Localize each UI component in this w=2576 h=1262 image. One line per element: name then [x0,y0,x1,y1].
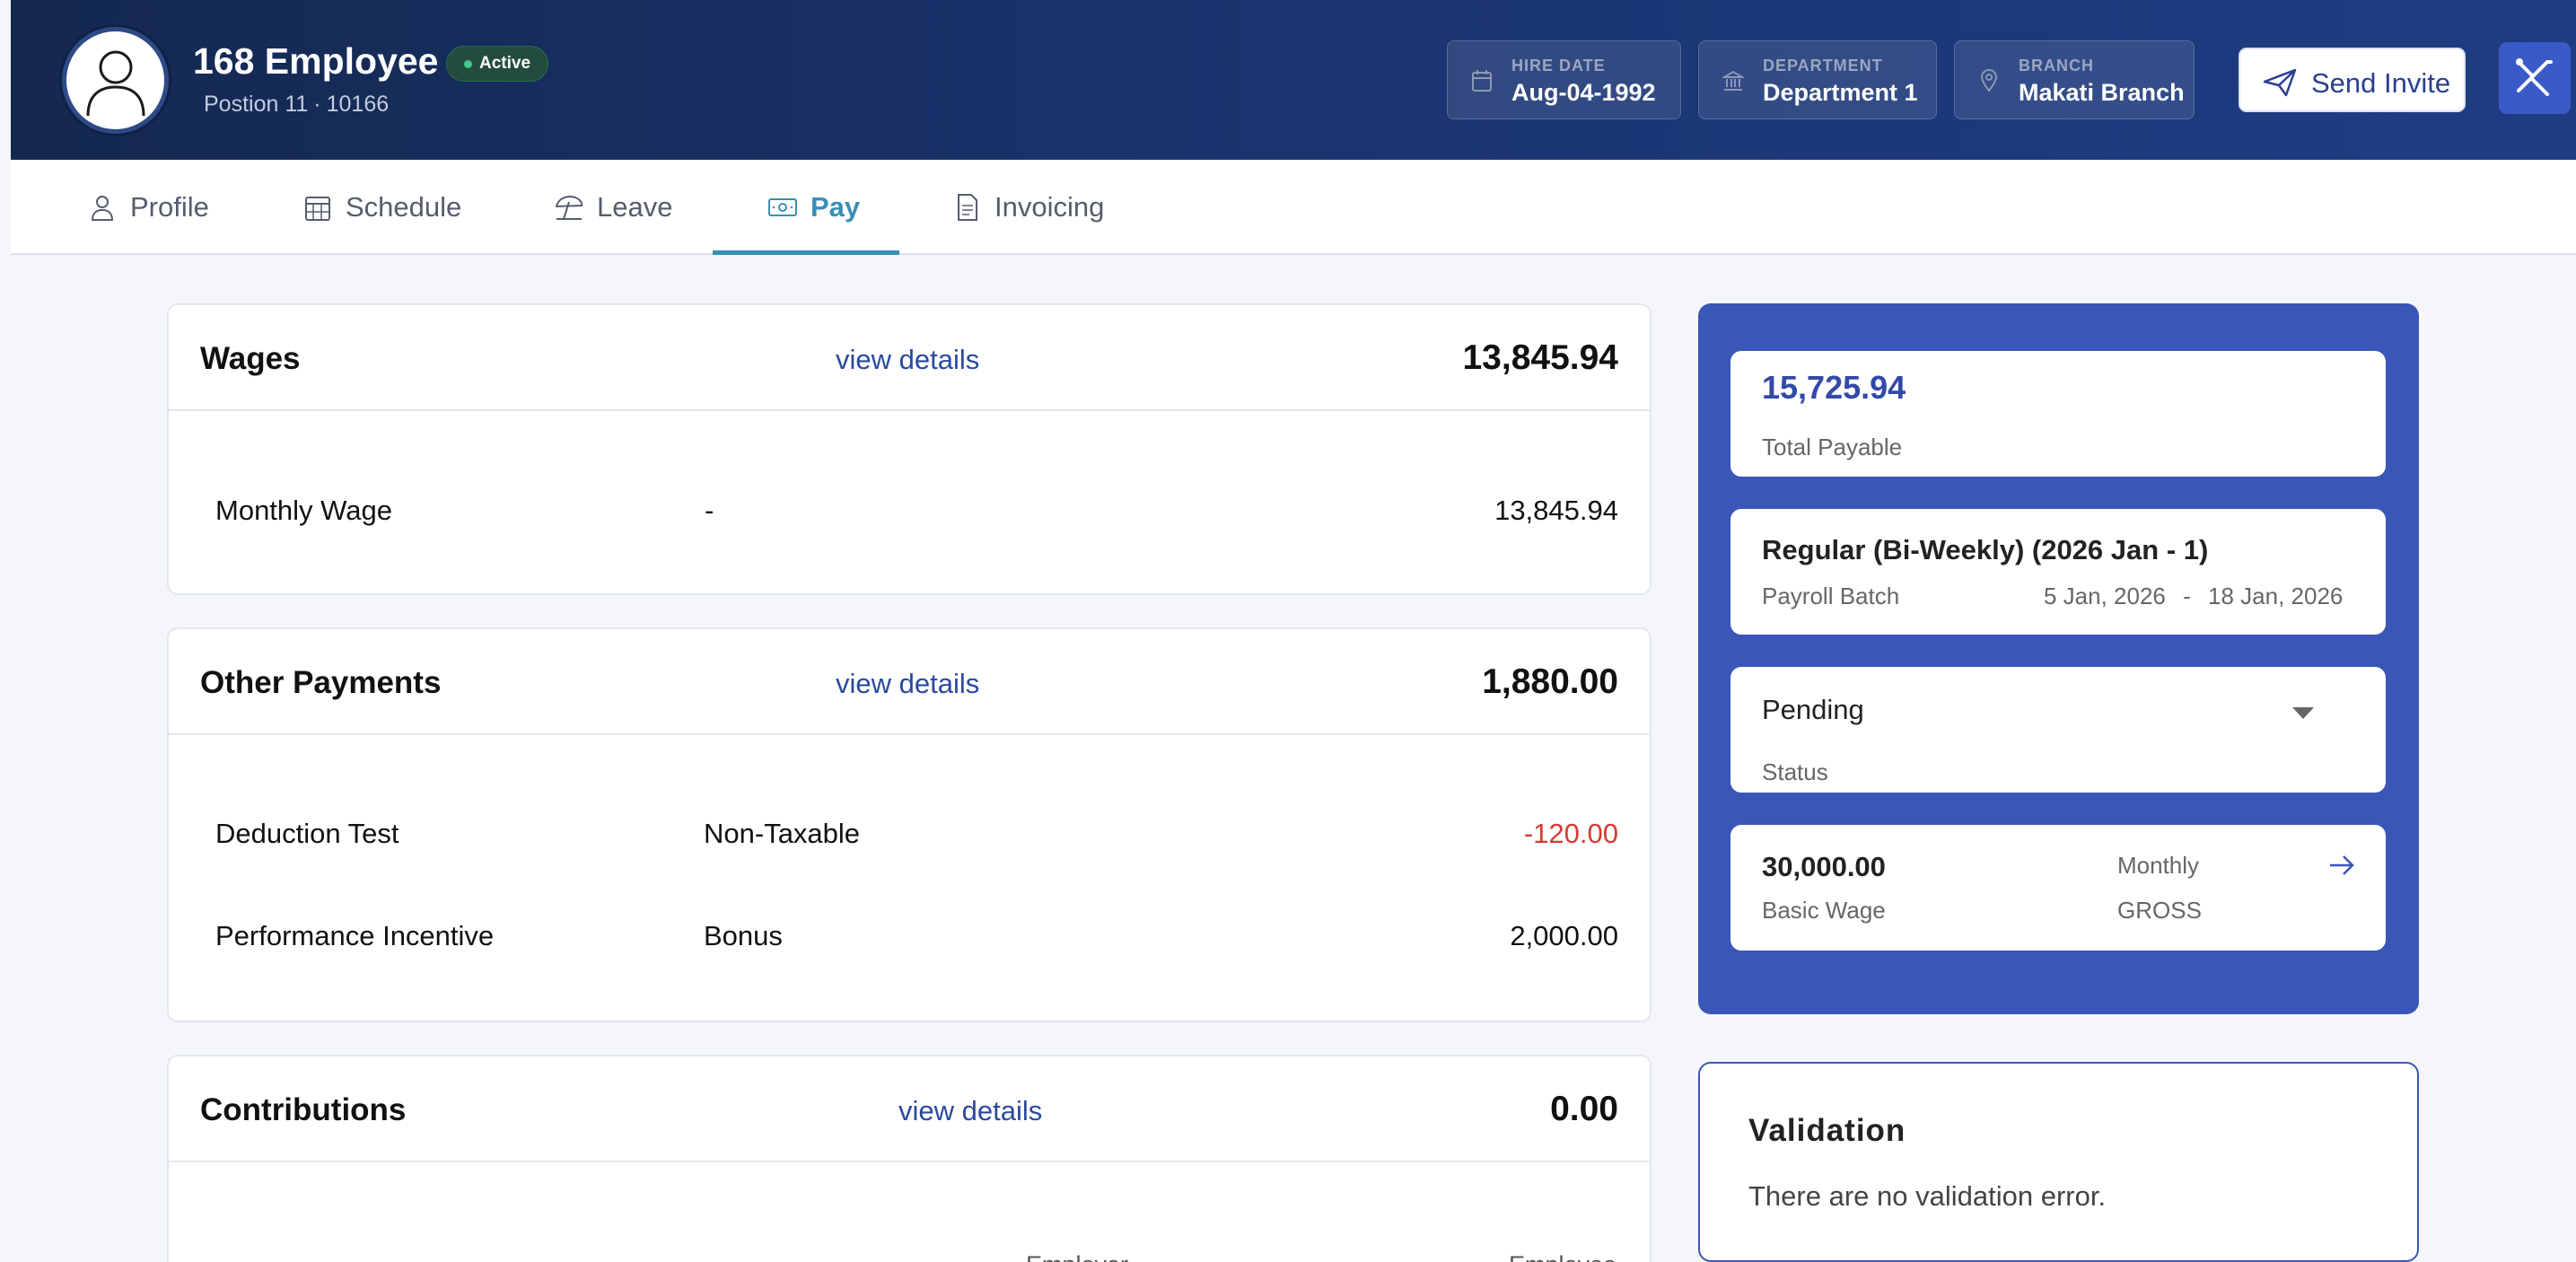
contributions-title: Contributions [200,1092,407,1127]
branch-label: BRANCH [2019,57,2094,74]
tab-profile-label: Profile [130,191,209,223]
total-payable-card: 15,725.94 Total Payable [1730,351,2386,477]
tab-leave[interactable]: Leave [554,160,672,255]
tab-pay-label: Pay [810,191,861,223]
pay-summary-panel: 15,725.94 Total Payable Regular (Bi-Week… [1698,303,2419,1014]
wage-row-type: - [705,495,714,526]
bank-icon [1722,70,1744,91]
tab-pay[interactable]: Pay [767,160,860,255]
validation-message: There are no validation error. [1748,1180,2107,1212]
validation-card: Validation There are no validation error… [1698,1062,2419,1262]
branch-box: BRANCH Makati Branch [1954,40,2195,119]
avatar[interactable] [62,27,169,134]
tab-bar: Profile Schedule Leave Pay Invoicing [11,160,2576,255]
other-payments-card-header: Other Payments view details 1,880.00 [169,629,1650,735]
arrow-right-icon[interactable] [2327,851,2356,880]
other-payments-total: 1,880.00 [1482,662,1618,701]
other-payments-view-details-link[interactable]: view details [836,668,979,700]
other-payments-title: Other Payments [200,665,442,700]
send-invite-label: Send Invite [2311,67,2451,99]
status-dot-icon [464,60,472,68]
employee-name: 168 Employee [193,40,439,82]
status-label: Status [1762,758,1828,785]
wages-view-details-link[interactable]: view details [836,344,979,376]
wage-row-label: Monthly Wage [215,495,392,526]
chevron-down-icon [2292,707,2314,719]
beach-umbrella-icon [555,196,583,220]
payment-row-label: Deduction Test [215,818,399,849]
wage-row-amount: 13,845.94 [1494,495,1618,526]
wages-title: Wages [200,341,301,376]
status-select[interactable]: Pending [1730,667,2386,739]
calendar-icon [1472,70,1492,92]
payroll-batch-period: 5 Jan, 2026 - 18 Jan, 2026 [2044,583,2343,610]
payment-row-label: Performance Incentive [215,920,495,951]
wages-total: 13,845.94 [1462,338,1618,377]
batch-date-separator: - [2183,583,2191,609]
tab-schedule-label: Schedule [346,191,462,223]
wage-type: GROSS [2117,897,2202,924]
contributions-card-header: Contributions view details 0.00 [169,1056,1650,1162]
payment-row-type: Non-Taxable [704,818,861,849]
basic-wage-card: 30,000.00 Basic Wage Monthly GROSS [1730,825,2386,951]
contributions-card: Contributions view details 0.00 Employer… [167,1055,1652,1262]
tab-schedule[interactable]: Schedule [302,160,461,255]
person-icon [91,196,114,221]
employee-column-header: Employee [1509,1251,1617,1262]
tab-profile[interactable]: Profile [87,160,209,255]
payment-row-amount: 2,000.00 [1510,920,1618,951]
department-value: Department 1 [1763,79,1918,106]
active-tab-indicator [713,250,899,255]
other-payments-card: Other Payments view details 1,880.00 Ded… [167,627,1652,1022]
tab-leave-label: Leave [597,191,673,223]
department-label: DEPARTMENT [1763,57,1883,74]
tab-invoicing[interactable]: Invoicing [951,160,1104,255]
tab-invoicing-label: Invoicing [994,191,1105,223]
person-avatar-icon [86,50,145,116]
subtitle-separator: · [313,92,321,117]
hire-date-box: HIRE DATE Aug-04-1992 [1447,40,1681,119]
wages-card-header: Wages view details 13,845.94 [169,305,1650,411]
status-card: Pending Status [1730,667,2386,793]
status-badge: Active [446,46,549,82]
employee-header: 168 Employee Active Postion 11 · 10166 HIR… [11,0,2576,160]
hire-date-label: HIRE DATE [1511,57,1606,74]
app-logo-icon [2516,58,2553,96]
location-pin-icon [1980,69,1998,92]
employer-column-header: Employer [1026,1251,1128,1262]
wage-frequency: Monthly [2117,852,2200,879]
basic-wage-label: Basic Wage [1762,897,1886,924]
validation-title: Validation [1748,1113,1906,1148]
total-payable-value: 15,725.94 [1762,369,1906,406]
payroll-batch-name: Regular (Bi-Weekly) (2026 Jan - 1) [1762,534,2209,565]
app-logo-button[interactable] [2499,42,2571,114]
batch-start-date: 5 Jan, 2026 [2044,583,2166,609]
employee-subtitle: Postion 11 · 10166 [204,92,389,118]
payment-row-amount: -120.00 [1523,818,1618,849]
paper-plane-icon [2263,68,2297,97]
wages-card: Wages view details 13,845.94 Monthly Wag… [167,303,1652,595]
branch-value: Makati Branch [2019,79,2185,106]
payment-row-type: Bonus [704,920,783,951]
cash-icon [768,198,797,216]
batch-end-date: 18 Jan, 2026 [2208,583,2344,609]
hire-date-value: Aug-04-1992 [1511,79,1656,106]
document-icon [958,194,977,221]
status-select-value: Pending [1762,694,1864,725]
employee-position: Postion 11 [204,92,309,117]
contributions-total: 0.00 [1550,1090,1618,1128]
employee-id: 10166 [326,92,390,117]
department-box: DEPARTMENT Department 1 [1698,40,1937,119]
calendar-grid-icon [305,197,330,221]
payroll-batch-card: Regular (Bi-Weekly) (2026 Jan - 1) Payro… [1730,509,2386,635]
basic-wage-value: 30,000.00 [1762,851,1886,882]
payroll-batch-label: Payroll Batch [1762,583,1900,609]
total-payable-label: Total Payable [1762,434,1903,460]
send-invite-button[interactable]: Send Invite [2239,48,2466,112]
status-badge-label: Active [479,54,531,73]
contributions-view-details-link[interactable]: view details [898,1095,1042,1127]
